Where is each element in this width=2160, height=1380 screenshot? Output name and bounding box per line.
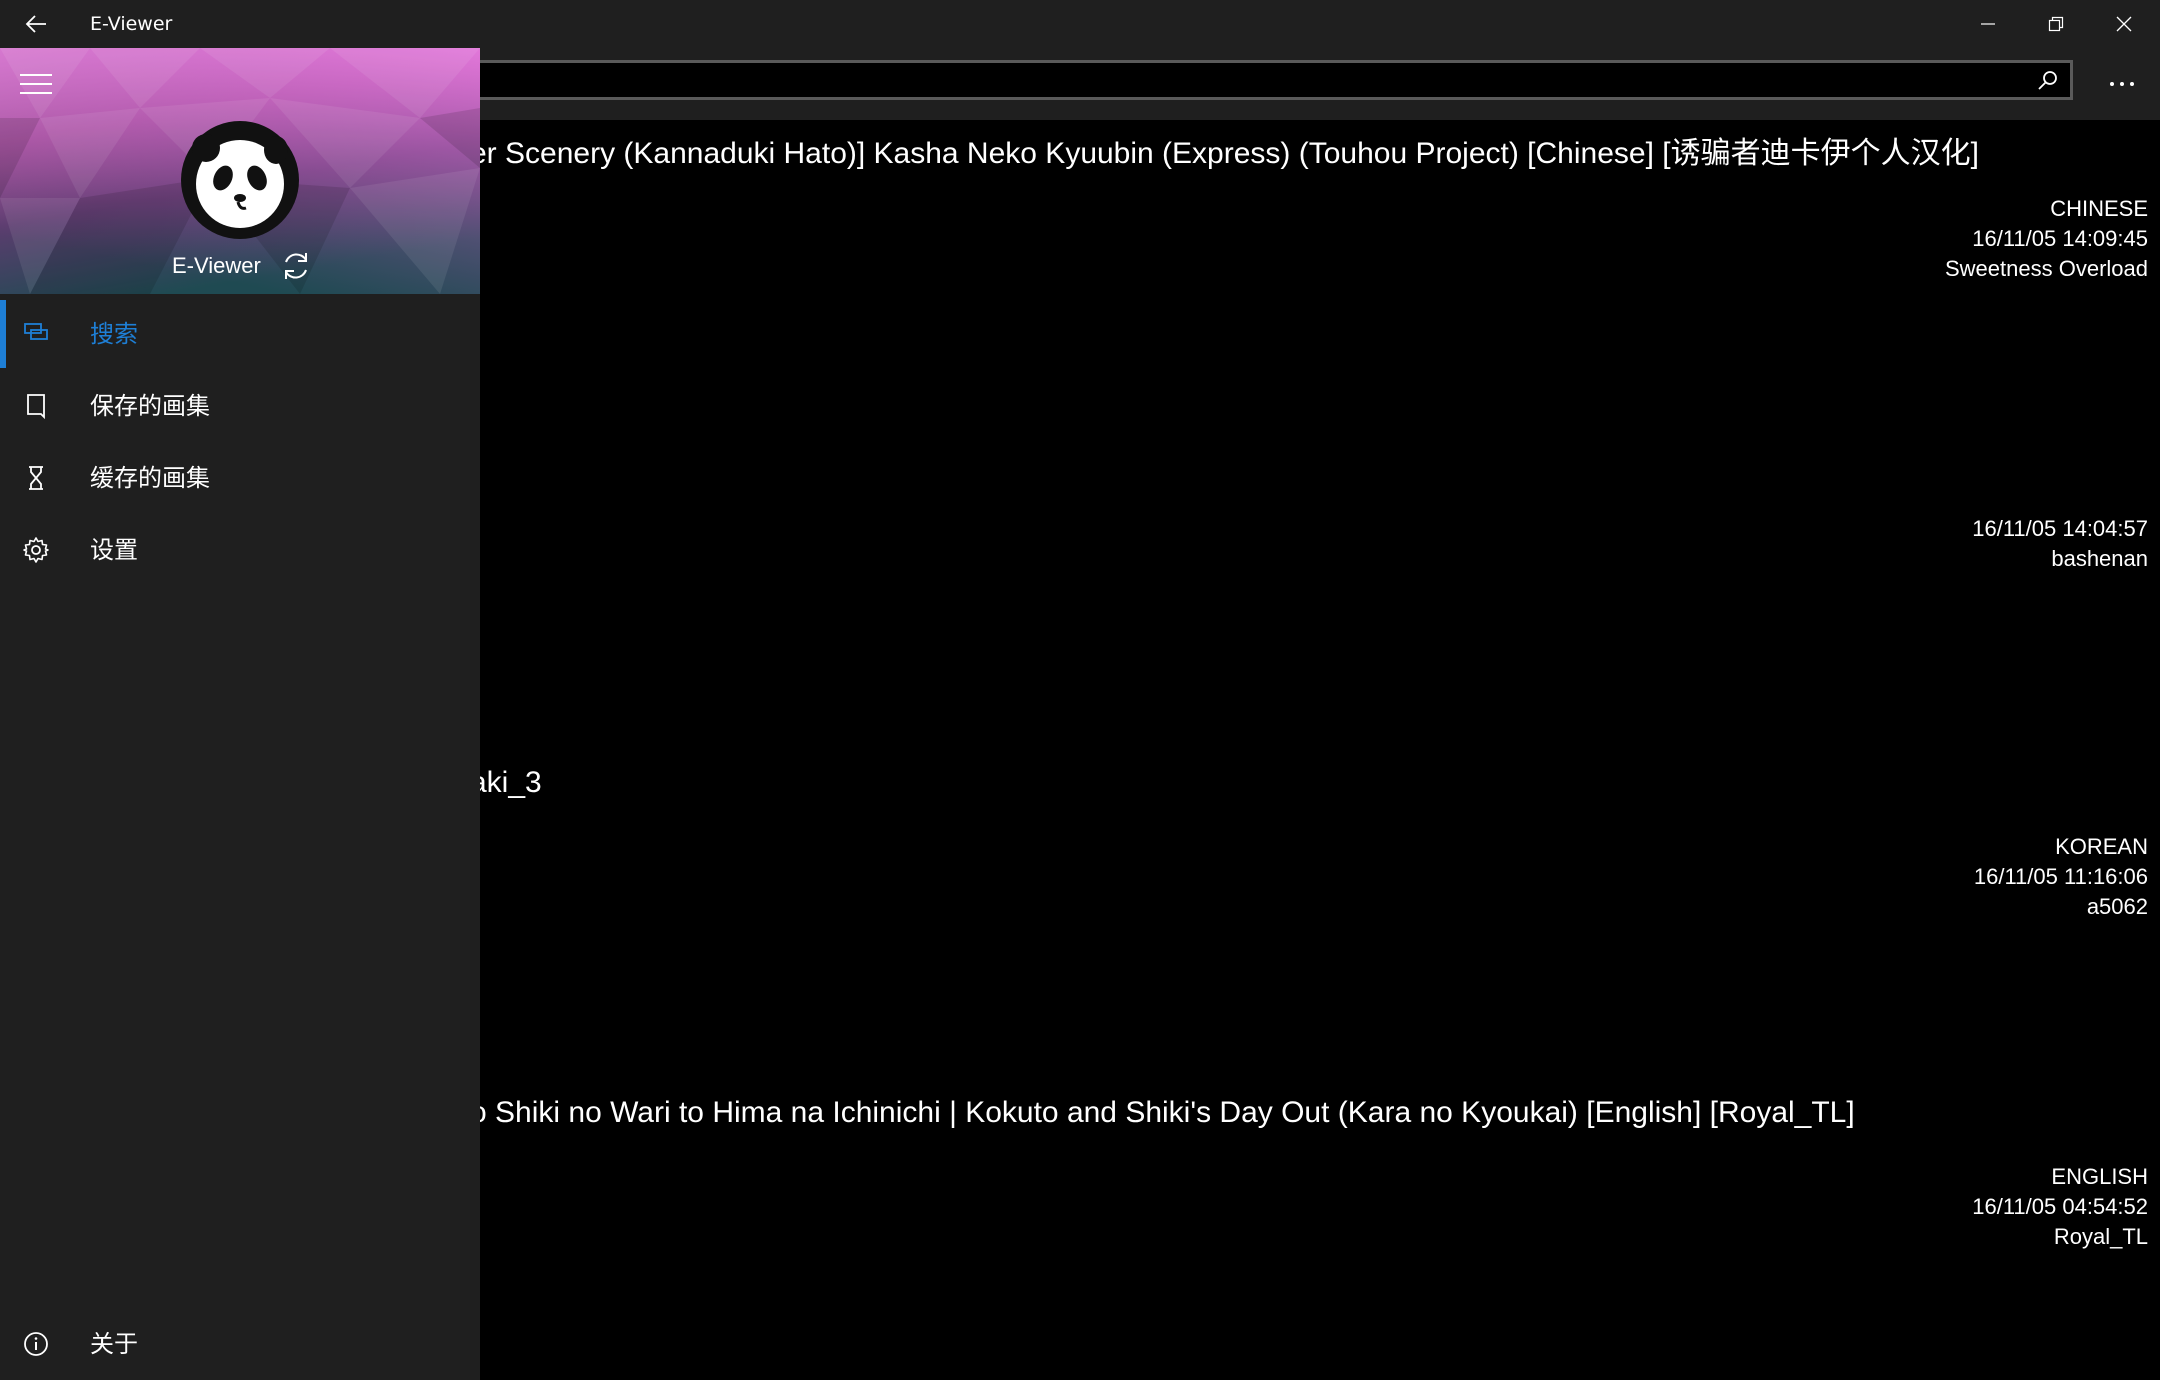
hamburger-icon <box>20 74 52 94</box>
nav-item-label: 保存的画集 <box>90 392 210 420</box>
gallery-language: ENGLISH <box>2051 1164 2148 1189</box>
nav-item-saved[interactable]: 保存的画集 <box>0 370 480 442</box>
nav-item-label: 搜索 <box>90 320 138 348</box>
search-icon[interactable] <box>2036 69 2060 93</box>
app-name: E-Viewer <box>172 253 261 278</box>
gallery-date: 16/11/05 11:16:06 <box>1973 864 2148 889</box>
close-icon <box>2116 16 2132 32</box>
nav-item-cached[interactable]: 缓存的画集 <box>0 442 480 514</box>
gallery-language: CHINESE <box>2050 196 2148 221</box>
title-bar: E-Viewer <box>0 0 2160 48</box>
nav-item-about[interactable]: 关于 <box>0 1308 480 1380</box>
nav-item-search[interactable]: 搜索 <box>0 298 480 370</box>
refresh-icon[interactable] <box>278 248 314 284</box>
gallery-meta: ENGLISH 16/11/05 04:54:52 Royal_TL <box>1972 1162 2148 1252</box>
hourglass-icon <box>29 466 43 490</box>
minimize-button[interactable] <box>1954 0 2022 48</box>
back-button[interactable] <box>16 8 56 40</box>
panda-avatar-icon[interactable] <box>180 120 300 240</box>
ellipsis-icon <box>2110 82 2134 86</box>
nav-item-label: 缓存的画集 <box>90 464 210 492</box>
navigation-pane: E-Viewer 搜索 保存的画集 缓存的画集 设置 关于 <box>0 48 480 1380</box>
gallery-uploader: Sweetness Overload <box>1945 256 2148 281</box>
gallery-date: 16/11/05 14:09:45 <box>1972 226 2148 251</box>
selection-indicator <box>0 300 6 368</box>
gallery-meta: CHINESE 16/11/05 14:09:45 Sweetness Over… <box>1945 194 2148 284</box>
nav-item-settings[interactable]: 设置 <box>0 514 480 586</box>
nav-item-label: 设置 <box>90 536 138 564</box>
gallery-meta: KOREAN 16/11/05 11:16:06 a5062 <box>1974 832 2148 922</box>
info-icon <box>24 1332 48 1356</box>
gallery-title: er Scenery (Kannaduki Hato)] Kasha Neko … <box>470 137 1979 170</box>
nav-item-label: 关于 <box>90 1330 138 1358</box>
window-title: E-Viewer <box>90 13 173 35</box>
gallery-meta: 16/11/05 14:04:57 bashenan <box>1972 514 2148 574</box>
minimize-icon <box>1981 23 1995 25</box>
restore-icon <box>2048 16 2064 32</box>
gallery-uploader: Royal_TL <box>2053 1224 2148 1249</box>
close-button[interactable] <box>2090 0 2158 48</box>
bookmark-icon <box>27 394 45 420</box>
gallery-date: 16/11/05 04:54:52 <box>1972 1194 2148 1219</box>
hamburger-menu-button[interactable] <box>16 68 56 100</box>
more-options-button[interactable] <box>2100 66 2144 102</box>
gallery-title: o Shiki no Wari to Hima na Ichinichi | K… <box>470 1096 1855 1129</box>
search-box[interactable] <box>440 60 2073 100</box>
gallery-language: KOREAN <box>2055 834 2148 859</box>
restore-button[interactable] <box>2022 0 2090 48</box>
gallery-uploader: a5062 <box>2086 894 2148 919</box>
pane-header: E-Viewer <box>0 48 480 294</box>
gallery-title: aki_3 <box>470 766 542 799</box>
gear-icon <box>23 537 49 563</box>
search-input[interactable] <box>455 63 2019 99</box>
gallery-uploader: bashenan <box>2051 546 2148 571</box>
search-list-icon <box>24 323 48 340</box>
back-arrow-icon <box>25 15 46 33</box>
gallery-date: 16/11/05 14:04:57 <box>1972 516 2148 541</box>
